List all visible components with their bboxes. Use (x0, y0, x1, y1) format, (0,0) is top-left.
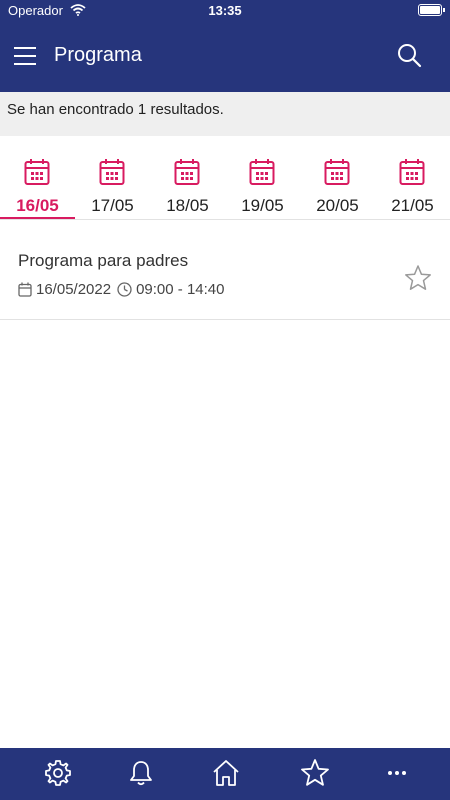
date-tab-17-05[interactable]: 17/05 (75, 136, 150, 220)
calendar-icon (99, 159, 125, 185)
calendar-icon (174, 159, 200, 185)
search-icon[interactable] (396, 42, 422, 68)
date-tab-label: 17/05 (91, 196, 134, 215)
settings-icon[interactable] (43, 758, 73, 788)
date-tab-label: 18/05 (166, 196, 209, 215)
event-title: Programa para padres (18, 251, 189, 270)
date-tabs: 16/05 17/05 18/05 19/05 20/05 21/05 (0, 136, 450, 220)
bottom-nav (0, 748, 450, 800)
app-bar: Programa (0, 22, 450, 92)
active-tab-indicator (0, 217, 75, 219)
clock-icon (117, 282, 132, 297)
date-tab-21-05[interactable]: 21/05 (375, 136, 450, 220)
date-tab-label: 19/05 (241, 196, 284, 215)
event-meta: 16/05/2022 09:00 - 14:40 (18, 281, 224, 298)
date-tab-18-05[interactable]: 18/05 (150, 136, 225, 220)
date-tab-label: 21/05 (391, 196, 434, 215)
results-count: Se han encontrado 1 resultados. (0, 92, 450, 136)
date-tab-20-05[interactable]: 20/05 (300, 136, 375, 220)
calendar-small-icon (18, 282, 32, 297)
date-tab-label: 16/05 (16, 196, 59, 215)
page-title: Programa (54, 44, 142, 66)
favorite-star-icon[interactable] (404, 264, 432, 292)
date-tab-label: 20/05 (316, 196, 359, 215)
calendar-icon (324, 159, 350, 185)
status-bar: Operador 13:35 (0, 0, 450, 22)
calendar-icon (249, 159, 275, 185)
calendar-icon (24, 159, 50, 185)
menu-icon[interactable] (14, 46, 38, 66)
battery-icon (418, 4, 445, 16)
calendar-icon (399, 159, 425, 185)
home-icon[interactable] (211, 758, 241, 788)
status-time: 13:35 (208, 3, 242, 18)
date-tab-19-05[interactable]: 19/05 (225, 136, 300, 220)
date-tab-16-05[interactable]: 16/05 (0, 136, 75, 220)
event-date: 16/05/2022 (36, 281, 112, 298)
event-time: 09:00 - 14:40 (136, 281, 225, 298)
star-icon[interactable] (300, 758, 330, 788)
bell-icon[interactable] (126, 758, 156, 788)
event-list-item[interactable]: Programa para padres 16/05/2022 09:00 - … (0, 221, 450, 320)
more-icon[interactable] (382, 758, 412, 788)
